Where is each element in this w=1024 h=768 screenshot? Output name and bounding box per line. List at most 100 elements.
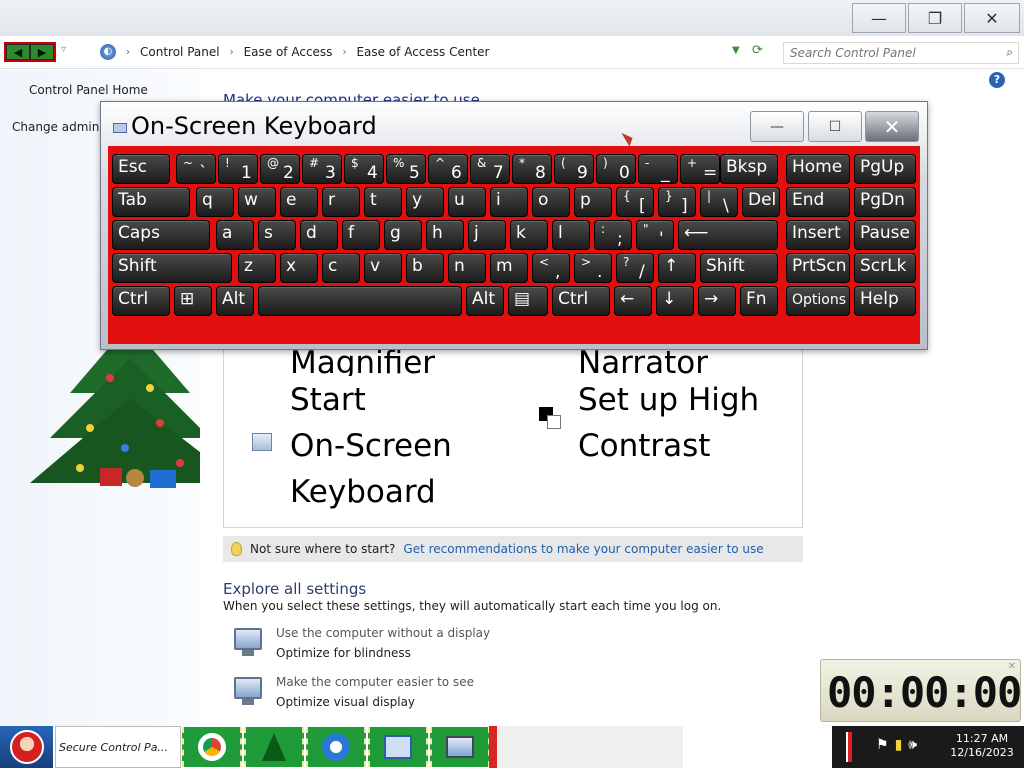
key-z[interactable]: z [238,253,276,283]
taskbar-control-panel-icon[interactable] [368,727,428,767]
setting-link[interactable]: Optimize for blindness [276,646,490,660]
restore-button[interactable]: ❐ [908,3,962,33]
key-q[interactable]: q [196,187,234,217]
show-desktop-strip[interactable] [846,732,852,762]
key-→[interactable]: → [698,286,736,316]
key-#-3[interactable]: #3 [302,154,342,184]
key-end[interactable]: End [786,187,850,217]
osk-maximize-button[interactable]: ☐ [808,111,862,142]
start-narrator-link[interactable]: Narrator [578,348,708,376]
key---_[interactable]: - _ [638,154,678,184]
key-!-1[interactable]: ! 1 [218,154,258,184]
key-y[interactable]: y [406,187,444,217]
key-h[interactable]: h [426,220,464,250]
key-n[interactable]: n [448,253,486,283]
key-b[interactable]: b [406,253,444,283]
timer-gadget[interactable]: 00:00:00 ✕ [820,659,1022,722]
key-w[interactable]: w [238,187,276,217]
key-s[interactable]: s [258,220,296,250]
setting-link[interactable]: Optimize visual display [276,695,474,709]
key-@-2[interactable]: @2 [260,154,300,184]
key-▤[interactable]: ▤ [508,286,548,316]
key-j[interactable]: j [468,220,506,250]
flag-icon[interactable]: ⚑ [876,737,889,753]
key-pgdn[interactable]: PgDn [854,187,916,217]
key-f[interactable]: f [342,220,380,250]
key-shift[interactable]: Shift [700,253,778,283]
key-}-][interactable]: }] [658,187,696,217]
key-u[interactable]: u [448,187,486,217]
minimize-button[interactable]: — [852,3,906,33]
breadcrumb-control-panel[interactable]: Control Panel [140,45,220,59]
get-recommendations-link[interactable]: Get recommendations to make your compute… [403,542,763,556]
key-⟵[interactable]: ⟵ [678,220,778,250]
chevron-right-icon[interactable]: › [342,47,346,58]
key-pause[interactable]: Pause [854,220,916,250]
key-^-6[interactable]: ^ 6 [428,154,468,184]
address-dropdown-icon[interactable]: ▼ [732,45,740,56]
osk-titlebar[interactable]: On-Screen Keyboard — ☐ ✕ [101,102,927,146]
network-icon[interactable]: ▮ [895,737,903,753]
key-{-[[interactable]: {[ [616,187,654,217]
setting-optimize-visual-display[interactable]: Make the computer easier to see Optimize… [232,675,474,709]
change-admin-settings-link[interactable]: Change administrative settings [6,119,106,135]
key-v[interactable]: v [364,253,402,283]
osk-minimize-button[interactable]: — [750,111,804,142]
key-:-;[interactable]: :; [594,220,632,250]
key-r[interactable]: r [322,187,360,217]
osk-close-button[interactable]: ✕ [865,111,919,142]
refresh-icon[interactable]: ⟳ [752,43,763,58]
key-(-9[interactable]: (9 [554,154,594,184]
key-d[interactable]: d [300,220,338,250]
key-a[interactable]: a [216,220,254,250]
key-c[interactable]: c [322,253,360,283]
chevron-right-icon[interactable]: › [126,47,130,58]
recent-pages-dropdown[interactable]: ▿ [61,44,66,55]
key-tab[interactable]: Tab [112,187,190,217]
key-←[interactable]: ← [614,286,652,316]
taskbar-computer[interactable] [430,727,490,767]
key-<-,[interactable]: <, [532,253,570,283]
key-scrlk[interactable]: ScrLk [854,253,916,283]
search-input[interactable] [784,43,989,63]
key-insert[interactable]: Insert [786,220,850,250]
key-o[interactable]: o [532,187,570,217]
key-+-=[interactable]: + = [680,154,720,184]
key-"-'[interactable]: " ' [636,220,674,250]
clock[interactable]: 11:27 AM 12/16/2023 [944,732,1020,760]
key-m[interactable]: m [490,253,528,283]
key-i[interactable]: i [490,187,528,217]
control-panel-home-link[interactable]: Control Panel Home [29,83,148,97]
key-k[interactable]: k [510,220,548,250]
key-esc[interactable]: Esc [112,154,170,184]
key->-.[interactable]: >. [574,253,612,283]
taskbar-thunderbird[interactable] [306,727,366,767]
key-)-0[interactable]: ) 0 [596,154,636,184]
key-alt[interactable]: Alt [466,286,504,316]
key-~-`[interactable]: ~ ` [176,154,216,184]
key-&-7[interactable]: & 7 [470,154,510,184]
key-ctrl[interactable]: Ctrl [552,286,610,316]
close-icon[interactable]: ✕ [1008,661,1016,672]
back-button[interactable]: ◀ [7,45,29,59]
key-*-8[interactable]: * 8 [512,154,552,184]
taskbar-chrome[interactable] [182,727,242,767]
key-|-\[interactable]: | \ [700,187,738,217]
key-caps[interactable]: Caps [112,220,210,250]
start-magnifier-link[interactable]: Magnifier [290,348,435,376]
key-t[interactable]: t [364,187,402,217]
key-space[interactable] [258,286,462,316]
key-help[interactable]: Help [854,286,916,316]
set-up-high-contrast-link[interactable]: Set up High Contrast [578,377,798,469]
key-fn[interactable]: Fn [740,286,778,316]
setting-optimize-for-blindness[interactable]: Use the computer without a display Optim… [232,626,490,660]
key-options[interactable]: Options [786,286,850,316]
key-del[interactable]: Del [742,187,780,217]
key-⊞[interactable]: ⊞ [174,286,212,316]
chevron-right-icon[interactable]: › [230,47,234,58]
key-l[interactable]: l [552,220,590,250]
key-p[interactable]: p [574,187,612,217]
key-bksp[interactable]: Bksp [720,154,778,184]
key-↓[interactable]: ↓ [656,286,694,316]
key-$-4[interactable]: $4 [344,154,384,184]
